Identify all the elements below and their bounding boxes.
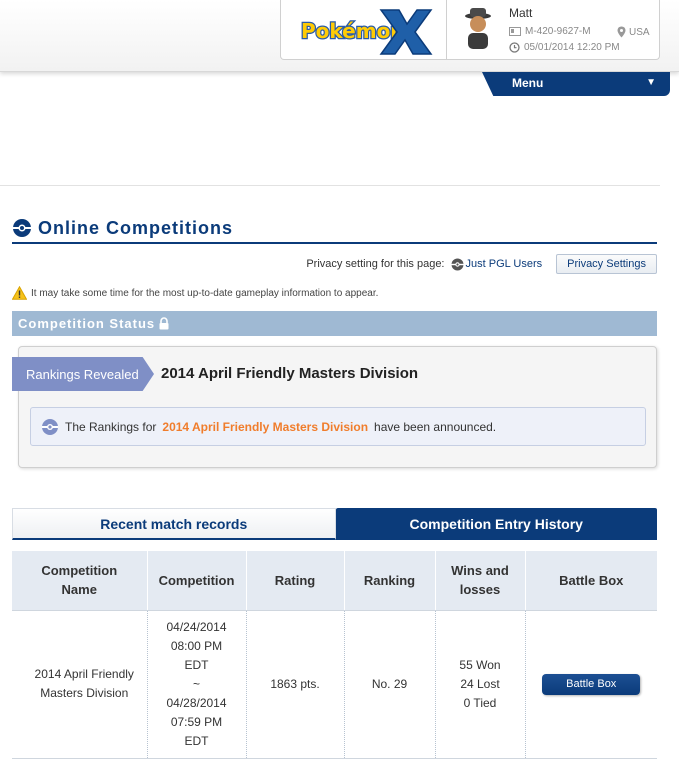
privacy-row: Privacy setting for this page: Just PGL … — [12, 253, 657, 275]
row-end-date: 04/28/2014 — [166, 695, 227, 710]
status-panel: Rankings Revealed 2014 April Friendly Ma… — [12, 346, 657, 468]
pokeball-icon — [13, 219, 31, 237]
top-bar: Pokémon Matt M-420-9627-M USA 05/01/2014… — [0, 0, 679, 72]
header-competition-name-line1: Competition — [41, 563, 118, 579]
row-rating: 1863 pts. — [246, 610, 345, 759]
user-id: M-420-9627-M — [525, 26, 591, 37]
user-name: Matt — [509, 6, 533, 20]
id-card-icon — [509, 27, 521, 36]
user-country: USA — [629, 26, 650, 38]
tab-competition-entry-history[interactable]: Competition Entry History — [335, 508, 657, 540]
tab-recent-match-records[interactable]: Recent match records — [12, 508, 336, 540]
row-name-line1: 2014 April Friendly — [34, 667, 134, 681]
caret-down-icon: ▼ — [646, 77, 656, 88]
header-divider — [0, 185, 660, 186]
competition-history-table: Competition Name Competition Rating Rank… — [12, 551, 657, 759]
status-badge-text: Rankings Revealed — [26, 366, 139, 382]
header-wins-losses: Wins and losses — [435, 551, 526, 611]
lock-icon — [159, 317, 169, 330]
user-datetime: 05/01/2014 12:20 PM — [524, 42, 620, 53]
row-lost: 24 Lost — [460, 676, 500, 691]
table-row: 2014 April Friendly Masters Division 04/… — [12, 610, 657, 759]
header-ranking: Ranking — [344, 551, 436, 611]
row-start-tz: EDT — [184, 657, 209, 672]
header-battle-box: Battle Box — [525, 551, 657, 611]
pokeball-small-icon — [451, 258, 463, 270]
row-end-time: 07:59 PM — [170, 714, 223, 729]
row-won: 55 Won — [459, 657, 501, 672]
competition-title: 2014 April Friendly Masters Division — [161, 365, 419, 382]
privacy-label: Privacy setting for this page: — [306, 258, 445, 270]
menu-label: Menu — [512, 76, 544, 90]
header-competition-name-line2: Name — [61, 582, 97, 598]
row-wins-losses: 55 Won 24 Lost 0 Tied — [435, 610, 526, 759]
user-date-row: 05/01/2014 12:20 PM — [509, 42, 620, 53]
row-end-tz: EDT — [184, 733, 209, 748]
row-start-date: 04/24/2014 — [166, 619, 227, 634]
header-competition: Competition — [147, 551, 247, 611]
notice-suffix: have been announced. — [374, 419, 497, 434]
warning-row: It may take some time for the most up-to… — [12, 284, 378, 302]
header-wins-line2: losses — [459, 582, 501, 598]
row-range-separator: ~ — [192, 676, 200, 691]
header-competition-name: Competition Name — [12, 551, 148, 611]
status-label: Competition Status — [18, 316, 156, 331]
notice-prefix: The Rankings for — [65, 419, 157, 434]
user-id-row: M-420-9627-M — [509, 26, 591, 37]
row-battle-box: Battle Box — [525, 610, 657, 759]
header-rating: Rating — [246, 551, 345, 611]
warning-text: It may take some time for the most up-to… — [31, 287, 379, 299]
section-header: Online Competitions — [12, 214, 657, 244]
user-country-row: USA — [617, 26, 650, 38]
page-title: Online Competitions — [38, 217, 234, 238]
pokemon-x-logo[interactable]: Pokémon — [281, 0, 447, 60]
notice-competition-link[interactable]: 2014 April Friendly Masters Division — [162, 420, 368, 434]
row-competition-name[interactable]: 2014 April Friendly Masters Division — [12, 610, 148, 759]
warning-icon — [12, 286, 27, 300]
row-tied: 0 Tied — [463, 695, 497, 710]
table-header-row: Competition Name Competition Rating Rank… — [12, 551, 657, 611]
menu-button[interactable]: Menu ▼ — [482, 72, 670, 96]
header-card: Pokémon Matt M-420-9627-M USA 05/01/2014… — [280, 0, 660, 60]
battle-box-button[interactable]: Battle Box — [542, 673, 641, 695]
announcement-notice: The Rankings for 2014 April Friendly Mas… — [30, 407, 646, 446]
competition-status-bar: Competition Status — [12, 311, 657, 336]
row-start-time: 08:00 PM — [170, 638, 223, 653]
privacy-settings-button[interactable]: Privacy Settings — [556, 254, 657, 274]
row-ranking: No. 29 — [344, 610, 436, 759]
avatar[interactable] — [462, 6, 494, 50]
header-wins-line1: Wins and — [451, 563, 509, 579]
row-competition-period: 04/24/2014 08:00 PM EDT ~ 04/28/2014 07:… — [147, 610, 247, 759]
privacy-value-text: Just PGL Users — [465, 258, 543, 270]
location-pin-icon — [617, 26, 626, 38]
svg-text:Pokémon: Pokémon — [301, 19, 405, 43]
row-name-line2: Masters Division — [40, 686, 129, 700]
status-badge: Rankings Revealed — [12, 357, 154, 391]
clock-icon — [509, 42, 520, 53]
pokeball-icon — [42, 418, 58, 435]
records-tabs: Recent match records Competition Entry H… — [12, 508, 657, 540]
user-info: Matt M-420-9627-M USA 05/01/2014 12:20 P… — [447, 0, 661, 60]
privacy-value[interactable]: Just PGL Users — [451, 258, 543, 271]
logo-graphic: Pokémon — [300, 9, 433, 55]
